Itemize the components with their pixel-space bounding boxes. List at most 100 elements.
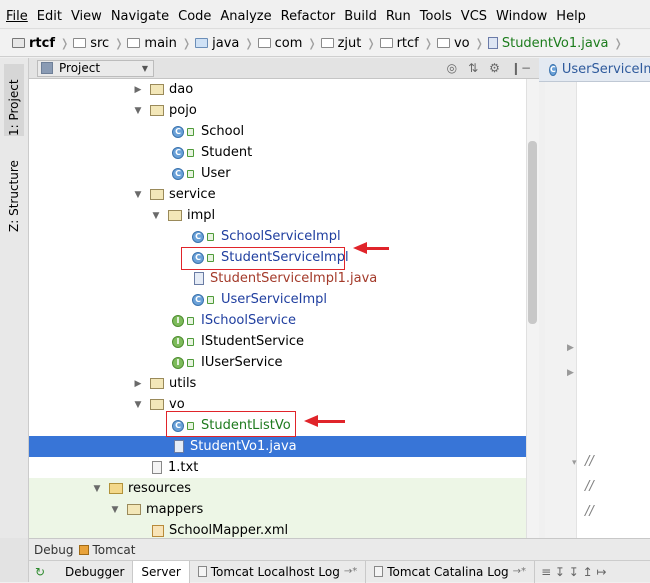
java-file-icon bbox=[487, 37, 498, 49]
menu-refactor[interactable]: Refactor bbox=[281, 9, 336, 24]
tree-item-user[interactable]: C User bbox=[29, 163, 526, 184]
tree-item-studentvo1-java[interactable]: StudentVo1.java bbox=[29, 436, 526, 457]
debug-header: Debug Tomcat bbox=[29, 538, 650, 560]
tree-item-service[interactable]: ▼ service bbox=[29, 184, 526, 205]
lock-icon bbox=[187, 316, 194, 325]
tab-debugger[interactable]: Debugger bbox=[57, 560, 134, 583]
chevron-right-icon: ❭ bbox=[613, 36, 623, 50]
pin-icon[interactable]: →* bbox=[344, 566, 357, 577]
breadcrumb-item[interactable]: main ❭ bbox=[127, 36, 191, 51]
resource-folder-icon bbox=[109, 483, 123, 494]
lock-icon bbox=[187, 337, 194, 346]
tree-item-pojo[interactable]: ▼ pojo bbox=[29, 100, 526, 121]
xml-file-icon bbox=[152, 524, 164, 537]
tab-tomcat-localhost-log[interactable]: Tomcat Localhost Log →* bbox=[190, 560, 367, 583]
fold-marker-icon[interactable]: ▶ bbox=[567, 343, 574, 353]
class-icon: C bbox=[192, 293, 204, 306]
editor-text[interactable] bbox=[577, 82, 650, 538]
chevron-right-icon: ❭ bbox=[423, 36, 433, 50]
menu-analyze[interactable]: Analyze bbox=[220, 9, 271, 24]
editor-tab[interactable]: CUserServiceImpl bbox=[539, 58, 650, 82]
rerun-icon[interactable]: ↻ bbox=[29, 565, 49, 579]
collapse-icon[interactable]: ▼ bbox=[109, 505, 121, 515]
toolbar-icons[interactable]: ≡ ↧ ↧ ↥ ↦ bbox=[541, 565, 607, 579]
annotation-box bbox=[166, 411, 296, 437]
tree-item-istudentservice[interactable]: I IStudentService bbox=[29, 331, 526, 352]
annotation-box bbox=[181, 247, 345, 270]
menu-navigate[interactable]: Navigate bbox=[111, 9, 169, 24]
collapse-icon[interactable]: ▼ bbox=[150, 211, 162, 221]
tab-tomcat-catalina-log[interactable]: Tomcat Catalina Log →* bbox=[366, 560, 536, 583]
menu-run[interactable]: Run bbox=[386, 9, 411, 24]
menu-file[interactable]: File bbox=[6, 9, 28, 24]
tree-item-dao[interactable]: ▶ dao bbox=[29, 79, 526, 100]
menu-build[interactable]: Build bbox=[344, 9, 377, 24]
breadcrumb-item[interactable]: com ❭ bbox=[257, 36, 317, 51]
breadcrumb-item[interactable]: rtcf ❭ bbox=[12, 36, 69, 51]
tree-item-schoolmapper-xml[interactable]: SchoolMapper.xml bbox=[29, 520, 526, 538]
breadcrumb-item[interactable]: src ❭ bbox=[73, 36, 123, 51]
chevron-right-icon: ❭ bbox=[60, 36, 70, 50]
collapse-icon[interactable]: ▼ bbox=[132, 400, 144, 410]
tree-item-schoolserviceimpl[interactable]: C SchoolServiceImpl bbox=[29, 226, 526, 247]
tree-item-mappers[interactable]: ▼ mappers bbox=[29, 499, 526, 520]
tree-item-utils[interactable]: ▶ utils bbox=[29, 373, 526, 394]
folder-icon bbox=[257, 38, 271, 48]
tree-item-1-txt[interactable]: 1.txt bbox=[29, 457, 526, 478]
editor-gutter bbox=[545, 82, 577, 538]
scrollbar-thumb[interactable] bbox=[528, 141, 537, 324]
folder-icon bbox=[127, 504, 141, 515]
collapse-all-icon[interactable]: ⇅ bbox=[468, 61, 478, 75]
breadcrumb-item-current[interactable]: StudentVo1.java ❭ bbox=[487, 36, 623, 51]
tree-item-userserviceimpl[interactable]: C UserServiceImpl bbox=[29, 289, 526, 310]
collapse-icon[interactable]: ▼ bbox=[132, 106, 144, 116]
expand-icon[interactable]: ▶ bbox=[132, 85, 144, 95]
expand-icon[interactable]: ▶ bbox=[132, 379, 144, 389]
tab-server[interactable]: Server bbox=[133, 560, 190, 583]
chevron-right-icon: ❭ bbox=[474, 36, 484, 50]
folder-icon bbox=[379, 38, 393, 48]
pin-icon[interactable]: →* bbox=[513, 566, 526, 577]
collapse-icon[interactable]: ▼ bbox=[91, 484, 103, 494]
folder-icon bbox=[320, 38, 334, 48]
class-icon: C bbox=[549, 63, 557, 76]
tree-item-student[interactable]: C Student bbox=[29, 142, 526, 163]
scroll-from-source-icon[interactable]: ◎ bbox=[447, 61, 457, 75]
menu-view[interactable]: View bbox=[71, 9, 102, 24]
breadcrumb-item[interactable]: zjut ❭ bbox=[320, 36, 376, 51]
menu-tools[interactable]: Tools bbox=[420, 9, 452, 24]
folder-icon bbox=[127, 38, 141, 48]
breadcrumb: rtcf ❭ src ❭ main ❭ java ❭ com ❭ zjut ❭ rtcf ❭ … bbox=[0, 30, 650, 57]
text-file-icon bbox=[152, 461, 162, 474]
tree-item-resources[interactable]: ▼ resources bbox=[29, 478, 526, 499]
folder-icon bbox=[168, 210, 182, 221]
menu-code[interactable]: Code bbox=[178, 9, 211, 24]
folder-icon bbox=[195, 38, 209, 48]
fold-marker-icon[interactable]: ▶ bbox=[567, 368, 574, 378]
menu-edit[interactable]: Edit bbox=[37, 9, 62, 24]
tree-item-impl[interactable]: ▼ impl bbox=[29, 205, 526, 226]
structure-tool-tab[interactable]: Z: Structure bbox=[4, 152, 24, 232]
project-tree: ▶ dao ▼ pojo C School C Student C User ▼ servi… bbox=[29, 79, 526, 538]
fold-marker-icon[interactable]: ▾ bbox=[572, 458, 577, 468]
gear-icon[interactable]: ⚙ bbox=[489, 61, 500, 75]
breadcrumb-item[interactable]: rtcf ❭ bbox=[379, 36, 433, 51]
breadcrumb-item[interactable]: java ❭ bbox=[195, 36, 254, 51]
collapse-icon[interactable]: ▼ bbox=[132, 190, 144, 200]
breadcrumb-item[interactable]: vo ❭ bbox=[436, 36, 484, 51]
menu-help[interactable]: Help bbox=[556, 9, 586, 24]
project-tool-tab[interactable]: 1: Project bbox=[4, 64, 24, 136]
project-view-selector[interactable]: Project ▼ bbox=[37, 59, 154, 77]
hide-panel-icon[interactable]: ❙− bbox=[511, 61, 531, 75]
tree-item-studentserviceimpl1-java[interactable]: StudentServiceImpl1.java bbox=[29, 268, 526, 289]
tree-item-iuserservice[interactable]: I IUserService bbox=[29, 352, 526, 373]
menu-vcs[interactable]: VCS bbox=[461, 9, 487, 24]
class-icon: C bbox=[192, 230, 204, 243]
menu-window[interactable]: Window bbox=[496, 9, 547, 24]
tree-item-school[interactable]: C School bbox=[29, 121, 526, 142]
folder-icon bbox=[150, 399, 164, 410]
tomcat-icon bbox=[79, 544, 90, 555]
tree-item-ischoolservice[interactable]: I ISchoolService bbox=[29, 310, 526, 331]
debug-tabs: ↻ Debugger Server Tomcat Localhost Log →*… bbox=[29, 560, 650, 583]
folder-icon bbox=[436, 38, 450, 48]
